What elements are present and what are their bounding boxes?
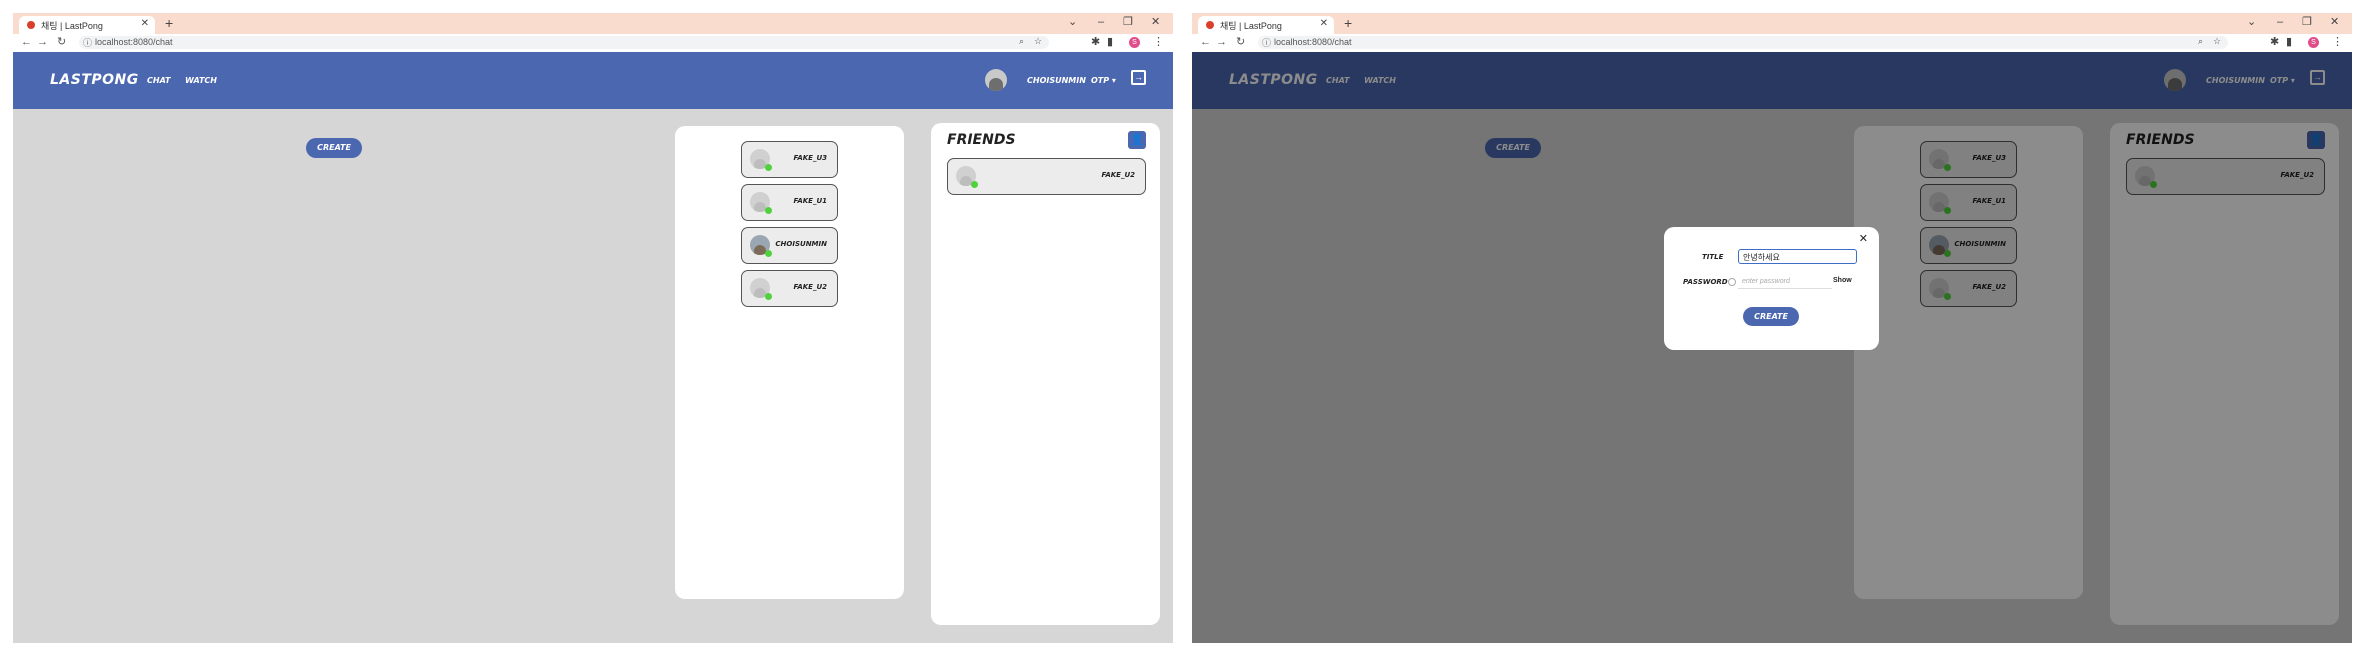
new-tab-icon[interactable]: + [1344,16,1352,30]
nav-chat[interactable]: CHAT [147,76,170,85]
user-name: FAKE_U2 [793,283,827,291]
browser-window-after: 채팅 | LastPong ✕ + ⌄ – ❐ ✕ ← → ↻ ⓘ localh… [1192,13,2352,643]
tab-title: 채팅 | LastPong [1220,21,1282,31]
minimize-icon[interactable]: – [2277,16,2283,28]
tab-search-icon[interactable]: ⌄ [1068,16,1077,28]
title-label: TITLE [1702,253,1724,261]
close-tab-icon[interactable]: ✕ [141,18,149,29]
online-status-icon [765,250,772,257]
friend-name: FAKE_U2 [1101,171,1135,179]
list-item[interactable]: FAKE_U2 [947,158,1146,195]
profile-icon[interactable]: S [1129,37,1140,48]
header-username[interactable]: CHOISUNMIN [1027,76,1086,85]
password-toggle[interactable] [1728,278,1736,286]
bookmark-icon[interactable]: ☆ [1034,36,1042,47]
new-tab-icon[interactable]: + [165,16,173,30]
close-window-icon[interactable]: ✕ [2330,16,2339,28]
extensions-icon[interactable]: ✱ [2270,36,2279,49]
friends-title: FRIENDS [947,132,1016,148]
user-name: CHOISUNMIN [775,240,827,248]
online-status-icon [971,181,978,188]
reload-icon[interactable]: ↻ [1236,36,1245,49]
list-item[interactable]: FAKE_U1 [741,184,838,221]
title-input[interactable]: 안녕하세요 [1738,249,1857,264]
sidepanel-icon[interactable]: ▮ [2286,36,2292,49]
zoom-icon[interactable]: ⌕ [2198,36,2203,47]
app-header: LASTPONG CHAT WATCH CHOISUNMIN OTP ▾ → [13,52,1173,109]
browser-window-before: 채팅 | LastPong ✕ + ⌄ – ❐ ✕ ← → ↻ ⓘ localh… [13,13,1173,643]
add-friend-icon[interactable]: 👤 [1128,131,1146,149]
url-text: localhost:8080/chat [95,37,173,47]
close-icon[interactable]: ✕ [1859,232,1868,245]
user-name: FAKE_U3 [793,154,827,162]
list-item[interactable]: CHOISUNMIN [741,227,838,264]
url-field[interactable]: ⓘ localhost:8080/chat ⌕ ☆ [1258,36,2228,49]
browser-tab[interactable]: 채팅 | LastPong ✕ [19,16,155,34]
info-icon[interactable]: ⓘ [1262,36,1271,49]
back-icon[interactable]: ← [21,36,32,49]
menu-icon[interactable]: ⋮ [2332,36,2343,49]
modal-backdrop[interactable]: ✕ TITLE 안녕하세요 PASSWORD enter password Sh… [1192,52,2352,643]
url-text: localhost:8080/chat [1274,37,1352,47]
browser-tab[interactable]: 채팅 | LastPong ✕ [1198,16,1334,34]
tab-title: 채팅 | LastPong [41,21,103,31]
sidepanel-icon[interactable]: ▮ [1107,36,1113,49]
modal-create-button[interactable]: CREATE [1743,307,1799,326]
friends-panel: FRIENDS 👤 FAKE_U2 [931,123,1160,625]
app-logo[interactable]: LASTPONG [50,72,139,88]
list-item[interactable]: FAKE_U2 [741,270,838,307]
users-panel: FAKE_U3 FAKE_U1 CHOISUNMIN FAKE_U2 [675,126,904,599]
nav-watch[interactable]: WATCH [185,76,217,85]
user-name: FAKE_U1 [793,197,827,205]
password-input[interactable]: enter password [1738,275,1832,289]
close-tab-icon[interactable]: ✕ [1320,18,1328,29]
online-status-icon [765,207,772,214]
info-icon[interactable]: ⓘ [83,36,92,49]
minimize-icon[interactable]: – [1098,16,1104,28]
forward-icon[interactable]: → [1216,36,1227,49]
create-room-modal: ✕ TITLE 안녕하세요 PASSWORD enter password Sh… [1664,227,1879,350]
restore-icon[interactable]: ❐ [1123,16,1133,28]
restore-icon[interactable]: ❐ [2302,16,2312,28]
list-item[interactable]: FAKE_U3 [741,141,838,178]
show-password-button[interactable]: Show [1833,277,1852,284]
profile-icon[interactable]: S [2308,37,2319,48]
reload-icon[interactable]: ↻ [57,36,66,49]
zoom-icon[interactable]: ⌕ [1019,36,1024,47]
close-window-icon[interactable]: ✕ [1151,16,1160,28]
address-bar: ← → ↻ ⓘ localhost:8080/chat ⌕ ☆ ✱ ▮ S ⋮ [1192,34,2352,53]
bookmark-icon[interactable]: ☆ [2213,36,2221,47]
extensions-icon[interactable]: ✱ [1091,36,1100,49]
address-bar: ← → ↻ ⓘ localhost:8080/chat ⌕ ☆ ✱ ▮ S ⋮ [13,34,1173,53]
otp-dropdown[interactable]: OTP ▾ [1091,76,1116,85]
tab-search-icon[interactable]: ⌄ [2247,16,2256,28]
menu-icon[interactable]: ⋮ [1153,36,1164,49]
online-status-icon [765,293,772,300]
forward-icon[interactable]: → [37,36,48,49]
favicon-icon [27,21,35,29]
online-status-icon [765,164,772,171]
url-field[interactable]: ⓘ localhost:8080/chat ⌕ ☆ [79,36,1049,49]
create-room-button[interactable]: CREATE [306,138,362,158]
tab-strip: 채팅 | LastPong ✕ + ⌄ – ❐ ✕ [13,13,1173,34]
avatar[interactable] [985,69,1007,91]
tab-strip: 채팅 | LastPong ✕ + ⌄ – ❐ ✕ [1192,13,2352,34]
back-icon[interactable]: ← [1200,36,1211,49]
favicon-icon [1206,21,1214,29]
logout-icon[interactable]: → [1131,70,1146,85]
password-label: PASSWORD [1683,278,1728,286]
main-content: CREATE FAKE_U3 FAKE_U1 CHOISUNMIN FAKE_U… [13,109,1173,643]
